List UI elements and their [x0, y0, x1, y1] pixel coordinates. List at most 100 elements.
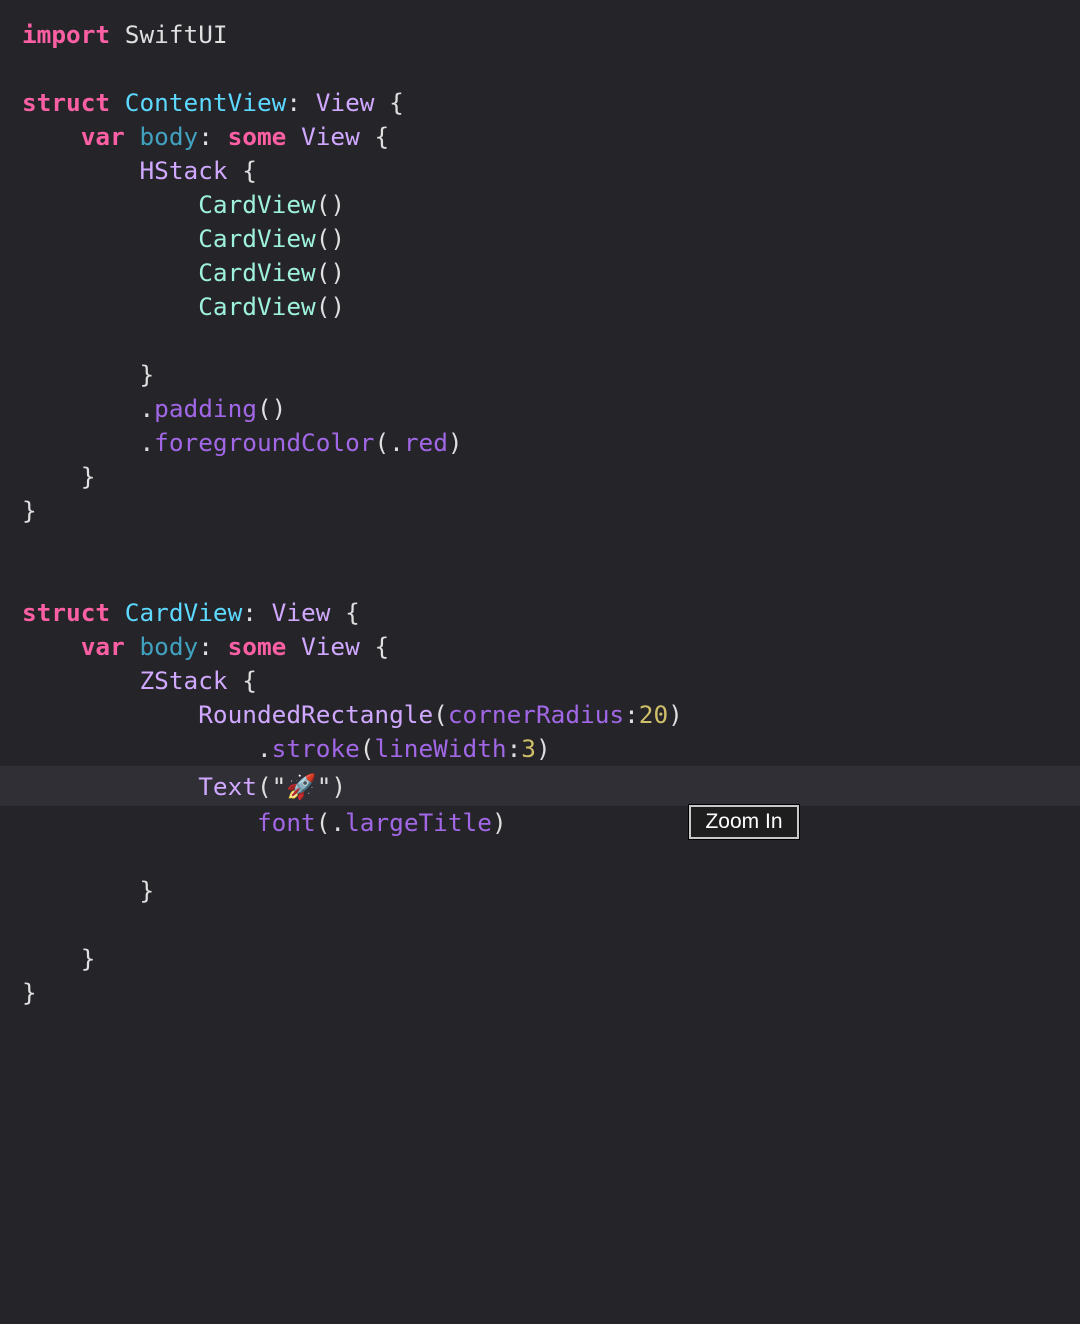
code-line[interactable]: ZStack {	[0, 664, 1080, 698]
code-token-plain: ()	[315, 190, 346, 219]
code-line[interactable]: CardView()	[0, 290, 1080, 324]
code-token-plain: :	[198, 122, 228, 151]
code-token-proj: CardView	[198, 224, 316, 253]
code-line[interactable]: struct CardView: View {	[0, 596, 1080, 630]
code-line[interactable]: }	[0, 874, 1080, 908]
code-token-method: cornerRadius	[447, 700, 625, 729]
code-token-plain: .	[22, 428, 155, 457]
code-token-plain: SwiftUI	[110, 20, 228, 49]
code-token-kw: some	[227, 122, 287, 151]
code-token-plain: (	[359, 734, 375, 763]
code-token-plain: }	[22, 944, 96, 973]
code-token-plain: }	[22, 876, 155, 905]
code-line[interactable]: CardView()	[0, 188, 1080, 222]
code-token-plain: )	[535, 734, 551, 763]
code-token-plain: ()	[315, 292, 346, 321]
code-line[interactable]: .foregroundColor(.red)	[0, 426, 1080, 460]
code-token-type: View	[301, 122, 360, 151]
code-token-plain: :	[198, 632, 228, 661]
code-token-plain: (.	[315, 808, 346, 837]
code-token-num: 3	[521, 734, 536, 763]
code-line[interactable]: }	[0, 942, 1080, 976]
code-line[interactable]: HStack {	[0, 154, 1080, 188]
code-token-method: padding	[154, 394, 257, 423]
code-token-method: font	[256, 808, 316, 837]
code-editor[interactable]: import SwiftUI struct ContentView: View …	[0, 18, 1080, 1010]
code-token-num: 20	[638, 700, 669, 729]
code-token-proj: CardView	[198, 292, 316, 321]
code-token-plain: )	[447, 428, 463, 457]
code-token-kw: struct	[22, 598, 111, 627]
code-line[interactable]: CardView()	[0, 256, 1080, 290]
code-token-plain: )	[668, 700, 683, 729]
code-token-type: Text	[198, 772, 257, 801]
code-line[interactable]: .padding()	[0, 392, 1080, 426]
code-line[interactable]: struct ContentView: View {	[0, 86, 1080, 120]
code-line[interactable]: Text("🚀")	[0, 766, 1080, 806]
code-token-prop: body	[139, 632, 199, 661]
code-line[interactable]: .stroke(lineWidth:3)	[0, 732, 1080, 766]
code-token-method: red	[403, 428, 448, 457]
code-token-plain: ("🚀")	[256, 772, 347, 801]
zoom-in-tooltip: Zoom In	[688, 804, 800, 840]
code-line[interactable]: CardView()	[0, 222, 1080, 256]
code-token-plain: }	[22, 462, 96, 491]
code-token-method: stroke	[271, 734, 360, 763]
code-line[interactable]	[0, 840, 1080, 874]
code-line[interactable]	[0, 52, 1080, 86]
code-token-plain: {	[359, 122, 390, 151]
code-token-plain: ()	[315, 258, 346, 287]
code-token-type: View	[315, 88, 375, 117]
code-token-plain: }	[22, 978, 37, 1007]
code-line[interactable]	[0, 528, 1080, 562]
code-line[interactable]: font(.largeTitle)	[0, 806, 1080, 840]
code-token-plain: {	[359, 632, 390, 661]
code-token-type: RoundedRectangle	[198, 700, 434, 729]
code-line[interactable]: }	[0, 494, 1080, 528]
code-line[interactable]: }	[0, 460, 1080, 494]
code-token-kw: var	[80, 632, 125, 661]
code-line[interactable]: var body: some View {	[0, 630, 1080, 664]
code-line[interactable]: RoundedRectangle(cornerRadius:20)	[0, 698, 1080, 732]
code-token-decl: ContentView	[124, 88, 287, 117]
code-token-plain: {	[374, 88, 404, 117]
code-token-proj: CardView	[198, 190, 316, 219]
code-line[interactable]: }	[0, 358, 1080, 392]
code-line[interactable]	[0, 908, 1080, 942]
code-token-plain: .	[22, 394, 155, 423]
code-token-plain: :	[242, 598, 272, 627]
code-token-plain: :	[506, 734, 522, 763]
code-token-kw: struct	[22, 88, 111, 117]
code-line[interactable]	[0, 324, 1080, 358]
code-token-plain: (.	[374, 428, 404, 457]
code-line[interactable]: import SwiftUI	[0, 18, 1080, 52]
code-token-plain: ()	[315, 224, 346, 253]
code-token-plain: )	[491, 808, 507, 837]
code-token-proj: CardView	[198, 258, 316, 287]
code-line[interactable]	[0, 562, 1080, 596]
code-token-plain: ()	[256, 394, 287, 423]
code-token-plain: }	[22, 496, 37, 525]
code-token-method: lineWidth	[374, 734, 507, 763]
code-token-plain: {	[227, 666, 257, 695]
code-token-method: largeTitle	[345, 808, 492, 837]
code-token-plain: :	[286, 88, 316, 117]
code-line[interactable]: var body: some View {	[0, 120, 1080, 154]
code-token-method: foregroundColor	[154, 428, 375, 457]
code-line[interactable]: }	[0, 976, 1080, 1010]
